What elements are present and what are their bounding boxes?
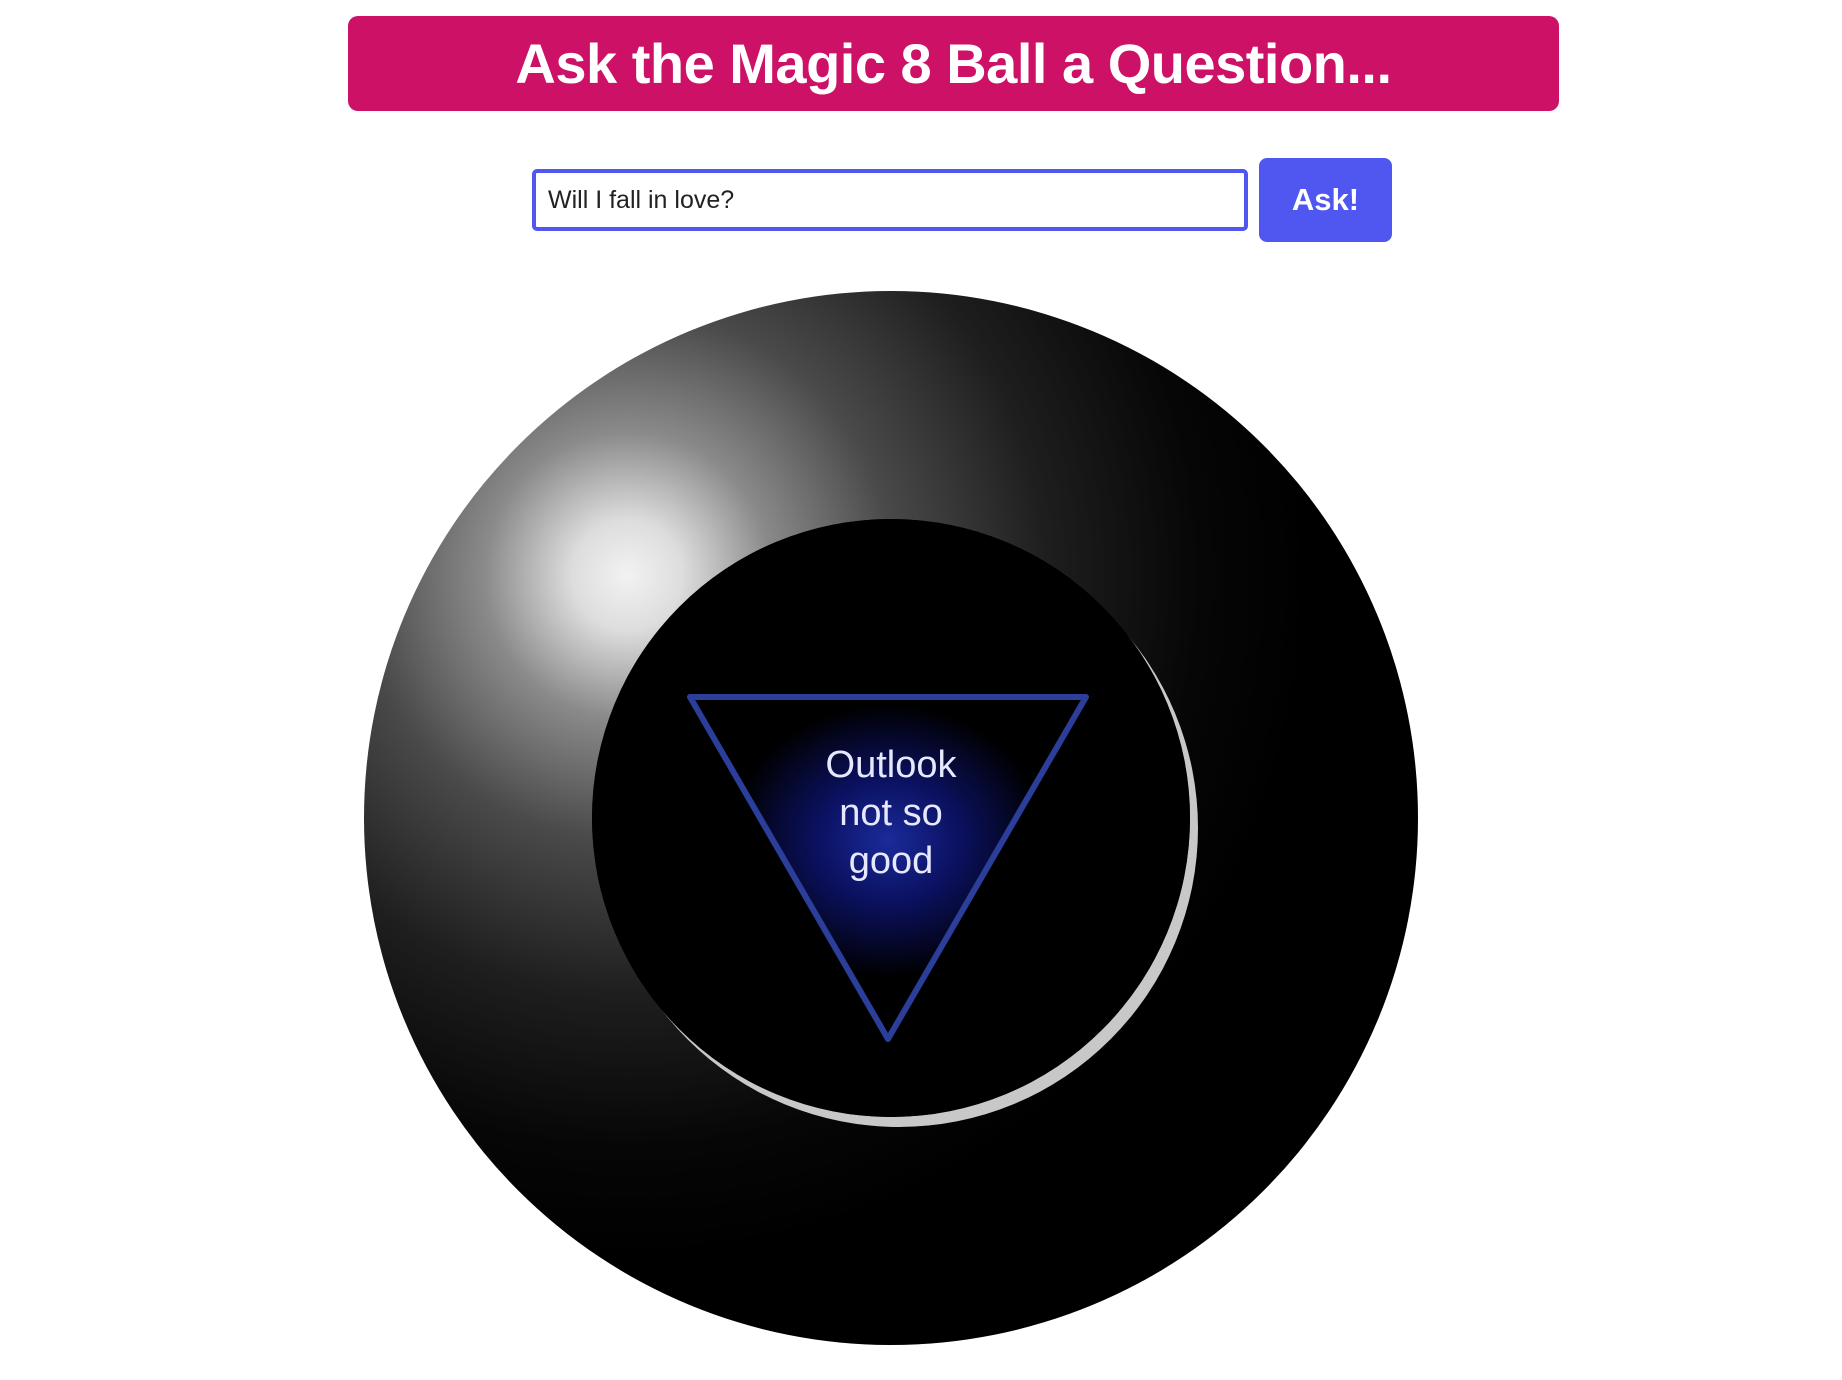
header-banner: Ask the Magic 8 Ball a Question...: [348, 16, 1559, 111]
page: Ask the Magic 8 Ball a Question... Ask! …: [0, 0, 1842, 1380]
page-title: Ask the Magic 8 Ball a Question...: [515, 32, 1392, 95]
ask-button[interactable]: Ask!: [1259, 158, 1392, 242]
magic-8-ball[interactable]: Outlook not so good: [364, 291, 1418, 1345]
answer-text: Outlook not so good: [825, 744, 957, 882]
question-input[interactable]: [532, 169, 1248, 231]
question-form: Ask!: [532, 158, 1392, 242]
